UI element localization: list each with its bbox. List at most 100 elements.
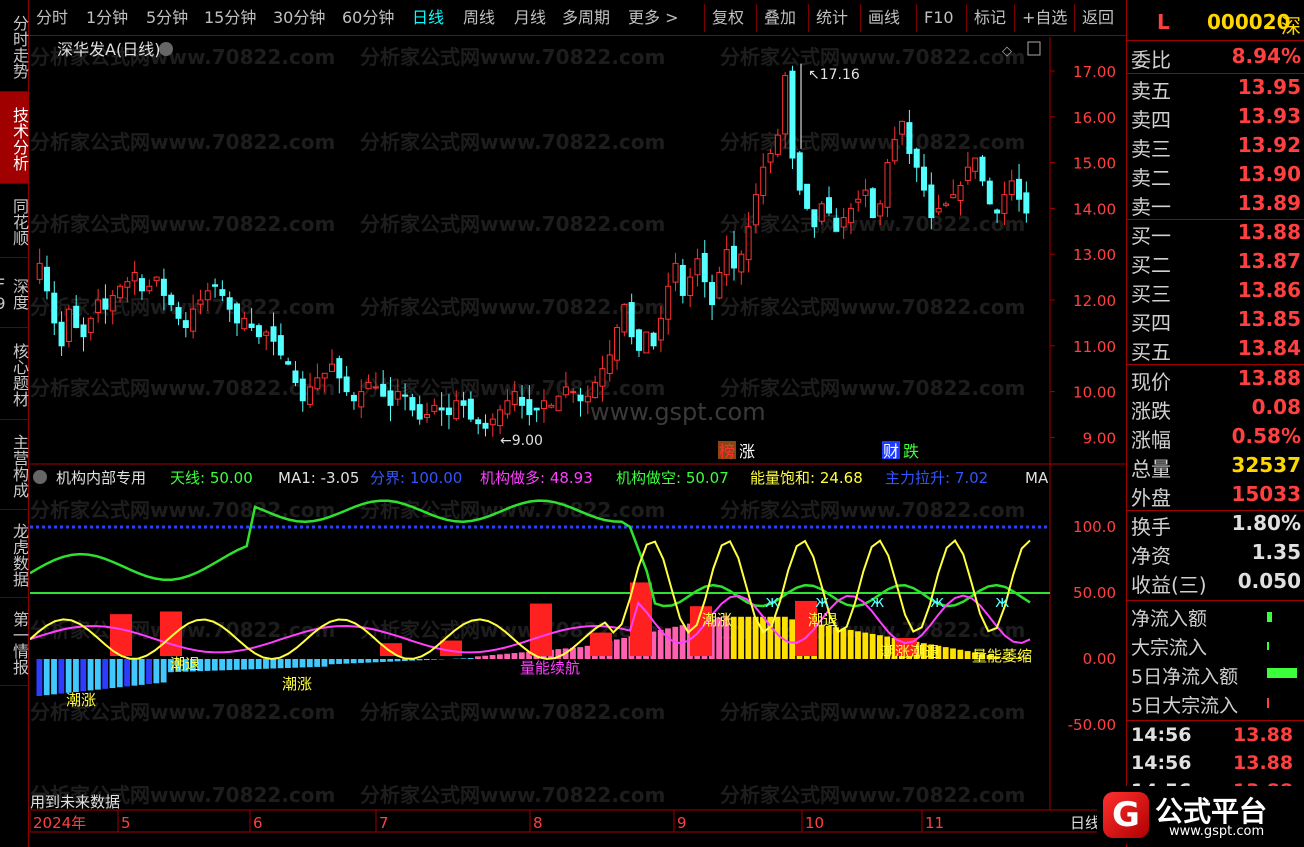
period-tab-9[interactable]: 多周期 [562,6,610,30]
histogram-bar [87,659,94,691]
histogram-bar [855,631,861,659]
buy-row-1: 买二 13.87 [1131,249,1301,278]
histogram-bar [840,628,847,659]
period-tab-7[interactable]: 周线 [463,6,495,30]
histogram-bar [255,659,262,670]
stat-row-1-value: 0.08 [1251,395,1301,419]
candle-body [58,321,65,347]
candle-body [869,188,876,219]
future-data-note: 用到未来数据 [30,793,120,811]
indicator-dropdown-icon [33,470,47,484]
period-tab-3[interactable]: 15分钟 [204,6,256,30]
left-sidebar: 分时走势 技术分析 同花顺 深度F9 核心题材 主营构成 龙虎数据 第一情报 [0,0,29,847]
watermark: 分析家公式网www.70822.com [720,130,1025,154]
watermark: 分析家公式网www.70822.com [360,700,665,724]
buy-row-4-value: 13.84 [1237,336,1301,360]
stat2-row-1-label: 净资 [1131,544,1171,568]
sidebar-tab-6[interactable]: 龙虎数据 [0,510,29,598]
low-label: ←9.00 [500,433,543,449]
candle-body [212,284,219,287]
period-tab-1[interactable]: 1分钟 [86,6,128,30]
candle-body [431,404,438,412]
period-tab-6[interactable]: 日线 [412,6,444,30]
sidebar-tab-2[interactable]: 同花顺 [0,184,29,258]
buy-row-4-label: 买五 [1131,340,1171,364]
period-tab-5[interactable]: 60分钟 [342,6,394,30]
period-tab-8[interactable]: 月线 [514,6,546,30]
toolbar-button-1[interactable]: 叠加 [764,6,796,30]
sidebar-tab-0[interactable]: 分时走势 [0,0,29,92]
candle-body [548,404,555,408]
kline-chart[interactable]: 分析家公式网www.70822.com 分析家公式网www.70822.com 分析… [30,37,1126,847]
buy-row-1-label: 买二 [1131,253,1171,277]
toolbar-button-5[interactable]: 标记 [974,6,1006,30]
stat-row-3: 总量 32537 [1131,453,1301,482]
period-tab-10[interactable]: 更多 > [628,6,679,30]
indicator-tick-label: 0.00 [1083,650,1116,668]
tag-char: 跌 [903,442,919,461]
candle-body [402,394,409,397]
sell-row-4-value: 13.89 [1237,191,1301,215]
candle-body [847,207,854,224]
candle-body [789,70,796,159]
candle-body [657,317,664,341]
histogram-bar [738,616,744,659]
price-tick-label: 17.00 [1073,63,1116,81]
flow-label-3: 5日大宗流入 [1131,695,1239,717]
candle-body [226,297,233,310]
candle-body [614,326,621,361]
candle-body [445,407,452,415]
tag-char: 榜 [719,442,735,461]
candle-body [117,285,124,299]
histogram-bar [372,659,379,663]
butterfly-icon: ж [815,592,829,611]
sidebar-tab-3[interactable]: 深度F9 [0,258,29,328]
indicator-annotation: 潮退 [170,655,200,673]
flow-bar [1267,698,1269,708]
histogram-bar [109,659,116,689]
toolbar-button-7[interactable]: 返回 [1082,6,1114,30]
candle-body [131,272,138,282]
sidebar-tab-5[interactable]: 主营构成 [0,420,29,510]
histogram-bar [745,616,752,659]
period-tab-0[interactable]: 分时 [36,6,68,30]
indicator-field-7: MA [1025,469,1049,487]
period-tab-4[interactable]: 30分钟 [273,6,325,30]
toolbar-button-2[interactable]: 统计 [816,6,848,30]
toolbar-button-0[interactable]: 复权 [712,6,744,30]
sidebar-tab-4[interactable]: 核心题材 [0,328,29,420]
candle-body [752,194,759,226]
red-block [160,611,182,656]
toolbar-button-3[interactable]: 画线 [868,6,900,30]
indicator-tick-label: 100.0 [1073,518,1116,536]
histogram-bar [211,659,218,671]
indicator-name: 机构内部专用 [56,469,146,487]
price-tick-label: 15.00 [1073,155,1116,173]
histogram-bar [138,659,145,685]
stat2-row-0-value: 1.80% [1231,511,1301,535]
period-tab-2[interactable]: 5分钟 [146,6,188,30]
candle-body [818,203,825,222]
toolbar-separator [1014,4,1015,32]
candle-body [643,331,650,354]
candle-body [95,299,102,314]
candle-body [219,289,226,296]
histogram-bar [423,659,430,660]
histogram-bar [350,659,357,664]
histogram-bar [825,626,832,659]
candle-body [233,303,240,324]
sidebar-tab-7[interactable]: 第一情报 [0,598,29,686]
candle-body [730,245,737,269]
time-label: 10 [805,814,824,832]
toolbar-button-4[interactable]: F10 [924,6,954,30]
candle-body [942,203,949,206]
candle-body [665,285,672,320]
histogram-bar [58,659,65,694]
stat-row-0: 现价 13.88 [1131,366,1301,395]
watermark: 分析家公式网www.70822.com [30,498,335,522]
candle-body [146,285,153,292]
sidebar-tab-1[interactable]: 技术分析 [0,92,29,184]
toolbar-button-6[interactable]: +自选 [1022,6,1067,30]
candle-body [263,331,270,336]
indicator-annotation: 量能萎缩 [972,647,1032,665]
